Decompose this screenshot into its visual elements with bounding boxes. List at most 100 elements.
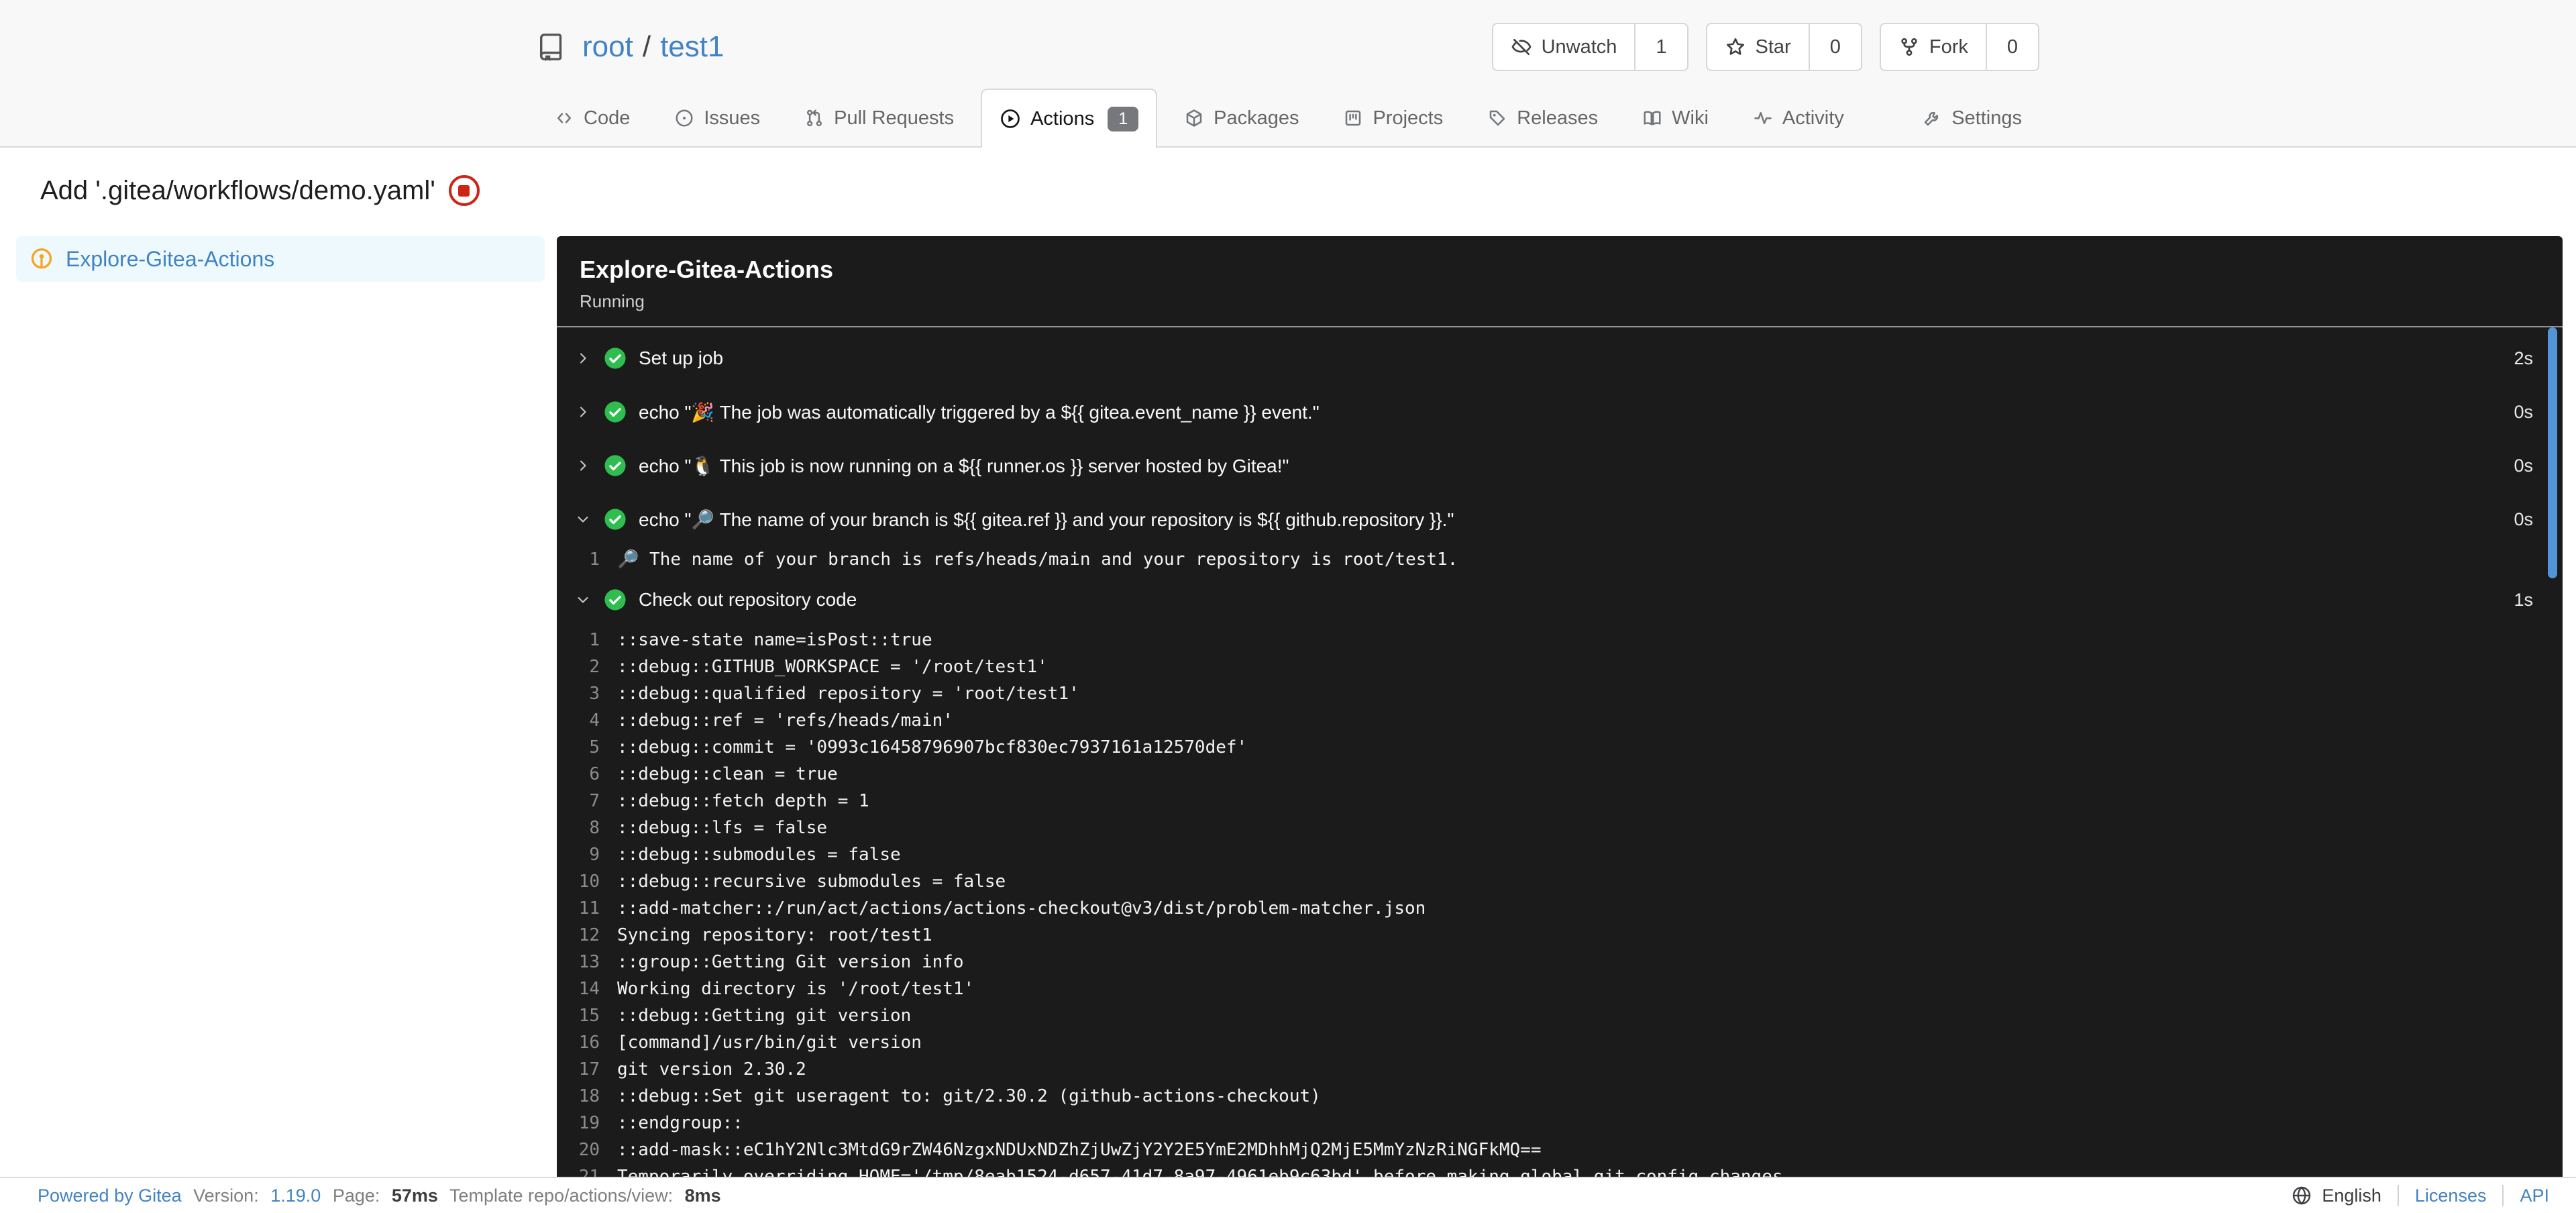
page-time: 57ms <box>391 1185 438 1206</box>
project-icon <box>1343 108 1363 128</box>
step-duration: 0s <box>2514 455 2533 476</box>
job-title: Explore-Gitea-Actions <box>580 256 834 283</box>
tab-packages[interactable]: Packages <box>1167 90 1316 146</box>
job-name: Explore-Gitea-Actions <box>66 246 275 271</box>
unwatch-button[interactable]: Unwatch 1 <box>1491 23 1688 71</box>
log-line-number: 1 <box>589 630 600 650</box>
fork-icon <box>1898 36 1920 58</box>
page-title: Add '.gitea/workflows/demo.yaml' <box>40 176 435 205</box>
log-line: 14 Working directory is '/root/test1' <box>557 975 2563 1002</box>
step-row[interactable]: echo "🔎 The name of your branch is ${{ g… <box>557 492 2563 546</box>
log-line-number: 11 <box>578 898 600 918</box>
job-item-explore-gitea-actions[interactable]: Explore-Gitea-Actions <box>16 236 545 282</box>
tab-pull-requests[interactable]: Pull Requests <box>787 90 971 146</box>
log-line-number: 18 <box>578 1086 600 1106</box>
tab-code[interactable]: Code <box>537 90 647 146</box>
log-line: 9::debug::submodules = false <box>557 841 2563 868</box>
version-label: Version: <box>193 1185 259 1206</box>
globe-icon <box>2291 1185 2312 1206</box>
log-line-number: 19 <box>578 1113 600 1133</box>
actions-run-view: Add '.gitea/workflows/demo.yaml' Explore… <box>0 148 2576 1185</box>
template-time: 8ms <box>684 1185 721 1206</box>
log-line: 6::debug::clean = true <box>557 761 2563 788</box>
log-line-text: git version 2.30.2 <box>617 1059 806 1079</box>
step-row[interactable]: echo "🐧 This job is now running on a ${{… <box>557 439 2563 492</box>
version-link[interactable]: 1.19.0 <box>270 1185 321 1206</box>
chevron-right-icon <box>574 458 592 474</box>
fork-count[interactable]: 0 <box>1985 24 2038 70</box>
log-line-text: ::add-mask::eC1hY2Nlc3MtdG9rZW46NzgxNDUx… <box>617 1140 1542 1160</box>
powered-by-link[interactable]: Powered by Gitea <box>38 1185 182 1206</box>
fork-button[interactable]: Fork 0 <box>1879 23 2039 71</box>
log-line: 11::add-matcher::/run/act/actions/action… <box>557 895 2563 922</box>
tab-releases[interactable]: Releases <box>1470 90 1615 146</box>
log-line: 5::debug::commit = '0993c16458796907bcf8… <box>557 734 2563 761</box>
fork-label: Fork <box>1929 36 1968 58</box>
breadcrumb: root / test1 <box>582 30 724 64</box>
log-line-number: 14 <box>578 979 600 999</box>
log-line: 19::endgroup:: <box>557 1110 2563 1137</box>
log-line-number: 9 <box>589 845 600 865</box>
tab-activity[interactable]: Activity <box>1735 90 1862 146</box>
log-line-number: 10 <box>578 872 600 892</box>
check-circle-icon <box>604 347 627 370</box>
tab-label: Activity <box>1782 107 1844 129</box>
tab-settings[interactable]: Settings <box>1904 90 2039 146</box>
step-name: echo "🎉 The job was automatically trigge… <box>639 401 1320 423</box>
step-name: echo "🔎 The name of your branch is ${{ g… <box>639 509 1454 530</box>
tab-issues[interactable]: Issues <box>657 90 777 146</box>
log-line: 7::debug::fetch depth = 1 <box>557 788 2563 814</box>
chevron-down-icon <box>574 592 592 608</box>
check-circle-icon <box>604 454 627 477</box>
repo-name-link[interactable]: test1 <box>660 30 724 64</box>
issue-icon <box>674 108 694 128</box>
tab-label: Projects <box>1373 107 1444 129</box>
settings-icon <box>1922 108 1942 128</box>
watch-count[interactable]: 1 <box>1634 24 1686 70</box>
log-line-number: 2 <box>589 657 600 677</box>
run-title-row: Add '.gitea/workflows/demo.yaml' <box>40 174 2563 207</box>
star-button[interactable]: Star 0 <box>1705 23 1862 71</box>
step-name: Set up job <box>639 348 724 368</box>
log-line-text: ::debug::qualified repository = 'root/te… <box>617 684 1079 704</box>
log-line-number: 8 <box>589 818 600 838</box>
log-line-text: ::group::Getting Git version info <box>617 952 964 972</box>
log-scrollbar[interactable] <box>2548 327 2557 578</box>
tab-label: Actions <box>1030 107 1095 129</box>
step-row[interactable]: Set up job 2s <box>557 331 2563 385</box>
tab-label: Settings <box>1951 107 2022 129</box>
eye-off-icon <box>1511 36 1532 58</box>
log-line-number: 17 <box>578 1059 600 1079</box>
log-line-text: ::debug::submodules = false <box>617 845 901 865</box>
tab-actions[interactable]: Actions 1 <box>981 89 1158 148</box>
log-line-text: ::endgroup:: <box>617 1113 743 1133</box>
job-status: Running <box>580 291 645 311</box>
log-line-number: 16 <box>578 1033 600 1053</box>
api-link[interactable]: API <box>2520 1185 2549 1206</box>
page-time-label: Page: <box>332 1185 380 1206</box>
check-circle-icon <box>604 508 627 531</box>
language-selector[interactable]: English <box>2322 1185 2381 1206</box>
log-line: 20::add-mask::eC1hY2Nlc3MtdG9rZW46NzgxND… <box>557 1137 2563 1163</box>
step-duration: 1s <box>2514 589 2533 610</box>
site-footer: Powered by Gitea Version: 1.19.0 Page: 5… <box>0 1177 2576 1213</box>
actions-count-badge: 1 <box>1108 106 1139 131</box>
log-line: 10::debug::recursive submodules = false <box>557 868 2563 895</box>
tab-label: Code <box>584 107 631 129</box>
licenses-link[interactable]: Licenses <box>2415 1185 2487 1206</box>
log-line: 2::debug::GITHUB_WORKSPACE = '/root/test… <box>557 653 2563 680</box>
tab-projects[interactable]: Projects <box>1326 90 1460 146</box>
step-name: Check out repository code <box>639 589 857 610</box>
step-name: echo "🐧 This job is now running on a ${{… <box>639 455 1289 476</box>
log-panel: Explore-Gitea-Actions Running Set up job… <box>557 236 2563 1185</box>
job-list: Explore-Gitea-Actions <box>16 236 545 282</box>
tab-wiki[interactable]: Wiki <box>1625 90 1726 146</box>
repo-book-icon <box>537 32 568 62</box>
repo-owner-link[interactable]: root <box>582 30 633 64</box>
step-row[interactable]: Check out repository code 1s <box>557 573 2563 627</box>
step-row[interactable]: echo "🎉 The job was automatically trigge… <box>557 385 2563 439</box>
cancel-run-button[interactable] <box>448 175 480 206</box>
star-count[interactable]: 0 <box>1808 24 1861 70</box>
log-line-number: 12 <box>578 925 600 945</box>
log-line-number: 20 <box>578 1140 600 1160</box>
